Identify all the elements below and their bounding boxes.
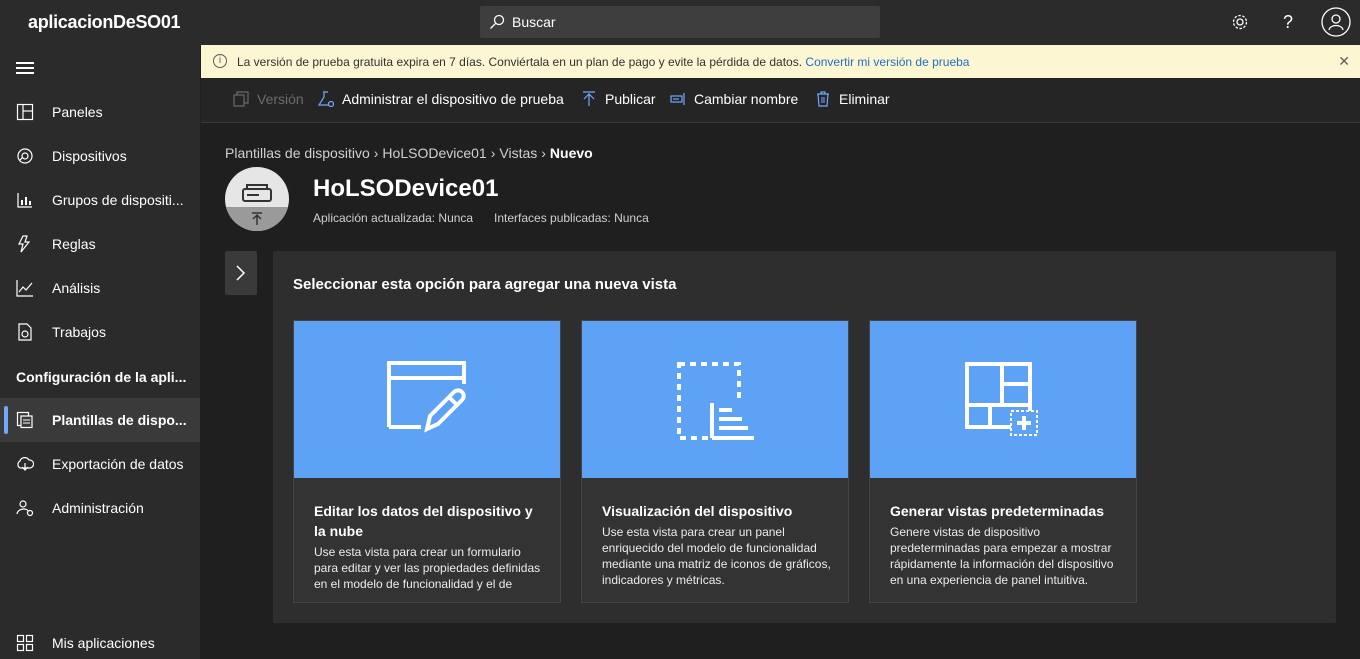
publish-label: Publicar <box>605 91 656 107</box>
test-device-icon <box>318 91 334 107</box>
sidebar-item-label: Dispositivos <box>52 148 127 164</box>
sidebar-item-label: Reglas <box>52 236 96 252</box>
publish-icon <box>583 91 595 106</box>
app-updated-text: Aplicación actualizada: Nunca <box>313 211 474 225</box>
sidebar-item-label: Administración <box>52 500 144 516</box>
device-templates-icon <box>16 411 33 429</box>
sidebar-item-devices[interactable]: Dispositivos <box>0 134 200 178</box>
rename-label: Cambiar nombre <box>694 91 799 107</box>
sidebar-item-jobs[interactable]: Trabajos <box>0 310 200 354</box>
version-button[interactable]: Versión <box>233 91 304 107</box>
manage-test-device-button[interactable]: Administrar el dispositivo de prueba <box>318 91 564 107</box>
card-edit-device-cloud-data[interactable]: Editar los datos del dispositivo y la nu… <box>293 320 561 603</box>
help-icon[interactable]: ? <box>1274 8 1302 36</box>
close-icon[interactable]: ✕ <box>1338 53 1350 70</box>
breadcrumb-device[interactable]: HoLSODevice01 <box>382 145 486 161</box>
administration-icon <box>16 500 34 517</box>
version-label: Versión <box>257 91 304 107</box>
card-hero <box>582 321 848 478</box>
sidebar-item-data-export[interactable]: Exportación de datos <box>0 442 200 486</box>
sidebar-item-label: Trabajos <box>52 324 106 340</box>
breadcrumb-views[interactable]: Vistas <box>499 145 537 161</box>
gear-icon[interactable] <box>1226 8 1254 36</box>
data-export-icon <box>17 457 34 471</box>
sidebar-item-device-templates[interactable]: Plantillas de dispo... <box>0 398 200 442</box>
app-title[interactable]: aplicacionDeSO01 <box>28 12 181 33</box>
search-icon <box>490 14 505 29</box>
sidebar-section-app-settings[interactable]: Configuración de la apli... <box>16 369 186 385</box>
card-title: Visualización del dispositivo <box>602 503 793 519</box>
card-hero <box>870 321 1136 478</box>
rules-icon <box>18 235 31 253</box>
convert-trial-link[interactable]: Convertir mi versión de prueba <box>805 55 969 69</box>
top-bar: aplicacionDeSO01 Buscar ? <box>0 0 1360 45</box>
sidebar-item-label: Plantillas de dispo... <box>52 412 187 428</box>
dashboard-icon <box>16 103 34 121</box>
manage-test-device-label: Administrar el dispositivo de prueba <box>342 91 564 107</box>
publish-button[interactable]: Publicar <box>581 91 656 107</box>
sidebar-item-analytics[interactable]: Análisis <box>0 266 200 310</box>
command-bar: Versión Administrar el dispositivo de pr… <box>201 78 1360 123</box>
breadcrumb-device-templates[interactable]: Plantillas de dispositivo <box>225 145 370 161</box>
sidebar-item-device-groups[interactable]: Grupos de dispositi... <box>0 178 200 222</box>
device-avatar[interactable] <box>225 167 289 231</box>
visualization-icon <box>677 362 754 440</box>
account-icon[interactable] <box>1320 6 1352 38</box>
jobs-icon <box>18 323 32 341</box>
breadcrumb-current: Nuevo <box>549 145 593 161</box>
devices-icon <box>17 148 33 164</box>
card-description: Genere vistas de dispositivo predetermin… <box>890 525 1114 587</box>
device-groups-icon <box>17 193 32 208</box>
card-generate-default-views[interactable]: Generar vistas predeterminadas Genere vi… <box>869 320 1137 603</box>
breadcrumb: Plantillas de dispositivo › HoLSODevice01 ›… <box>225 145 593 161</box>
sidebar: Paneles Dispositivos Grupos de dispositi… <box>0 45 200 659</box>
device-image-icon <box>225 184 289 231</box>
search-placeholder: Buscar <box>512 14 556 30</box>
trash-icon <box>817 91 829 107</box>
card-title: Editar los datos del dispositivo y la nu… <box>314 503 533 539</box>
sidebar-item-label: Paneles <box>52 104 103 120</box>
card-hero <box>294 321 560 478</box>
my-apps-icon <box>16 634 34 652</box>
sidebar-item-label: Exportación de datos <box>52 456 184 472</box>
trial-message-text: La versión de prueba gratuita expira en … <box>237 55 803 69</box>
hamburger-menu-icon[interactable] <box>16 62 34 77</box>
info-icon: i <box>213 54 227 68</box>
chevron-right-icon: › <box>541 145 546 161</box>
rename-icon <box>670 93 685 105</box>
analytics-icon <box>16 280 33 297</box>
card-device-visualization[interactable]: Visualización del dispositivo Use esta v… <box>581 320 849 603</box>
device-title: HoLSODevice01 <box>313 175 499 202</box>
sidebar-item-label: Mis aplicaciones <box>52 635 155 651</box>
chevron-right-icon <box>236 265 246 281</box>
sidebar-item-rules[interactable]: Reglas <box>0 222 200 266</box>
sidebar-item-dashboards[interactable]: Paneles <box>0 90 200 134</box>
chevron-right-icon: › <box>373 145 379 161</box>
edit-form-icon <box>387 361 466 433</box>
sidebar-item-administration[interactable]: Administración <box>0 486 200 530</box>
rename-button[interactable]: Cambiar nombre <box>670 91 798 107</box>
card-title: Generar vistas predeterminadas <box>890 503 1104 519</box>
sidebar-item-my-apps[interactable]: Mis aplicaciones <box>0 621 200 659</box>
panel-title: Seleccionar esta opción para agregar una… <box>293 276 677 293</box>
trial-banner: i La versión de prueba gratuita expira e… <box>201 45 1360 78</box>
trial-message: La versión de prueba gratuita expira en … <box>237 55 969 69</box>
new-view-panel: Seleccionar esta opción para agregar una… <box>273 251 1336 623</box>
expand-panel-button[interactable] <box>225 251 257 295</box>
default-views-icon <box>965 362 1038 436</box>
search-box[interactable]: Buscar <box>480 6 880 38</box>
card-description: Use esta vista para crear un formulario … <box>314 545 541 591</box>
delete-button[interactable]: Eliminar <box>815 91 890 107</box>
sidebar-item-label: Grupos de dispositi... <box>52 192 184 208</box>
interfaces-published-text: Interfaces publicadas: Nunca <box>494 211 649 225</box>
version-icon <box>233 91 249 107</box>
chevron-right-icon: › <box>490 145 496 161</box>
card-description: Use esta vista para crear un panel enriq… <box>602 525 831 587</box>
delete-label: Eliminar <box>839 91 890 107</box>
sidebar-item-label: Análisis <box>52 280 101 296</box>
